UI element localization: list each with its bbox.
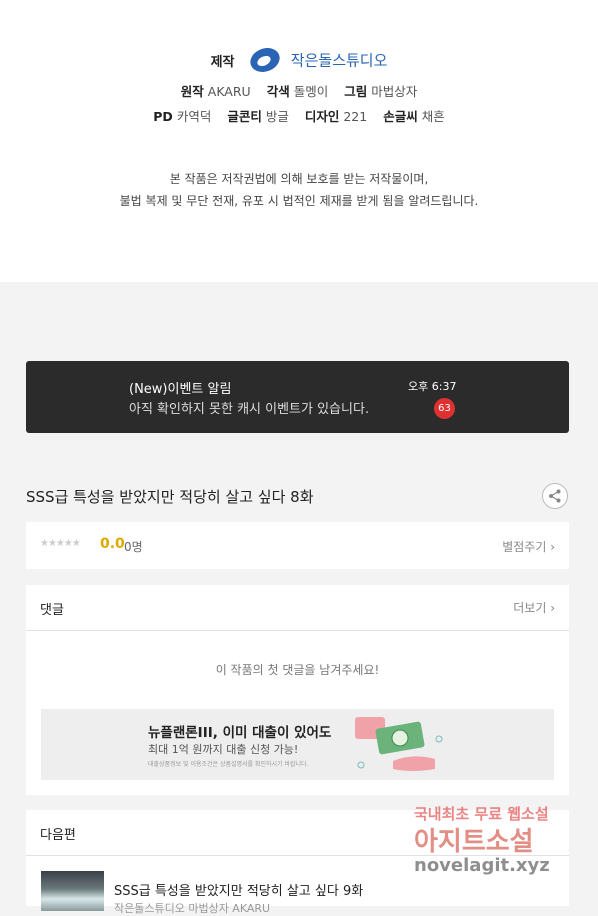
design-value: 221 — [343, 109, 368, 124]
lettering-value: 방글 — [265, 109, 289, 124]
share-icon — [549, 489, 561, 503]
credits-row-2: PD 카역덕 글콘티 방글 디자인 221 손글씨 채흔 — [0, 106, 598, 125]
banner-text: 아직 확인하지 못한 캐시 이벤트가 있습니다. — [129, 402, 370, 417]
watermark-line-2: 아지트소설 — [414, 827, 534, 857]
notice-line-2: 불법 복제 및 무단 전재, 유포 시 법적인 제재를 받게 됨을 알려드립니다… — [119, 194, 479, 208]
ad-title: 뉴플랜론III, 이미 대출이 있어도 — [148, 725, 332, 741]
divider — [26, 630, 569, 631]
credits-section: 제작 작은돌스튜디오 원작 AKARU 각색 돌멩이 그림 마법상자 PD 카역덕 글콘… — [0, 0, 598, 282]
next-episode-title[interactable]: SSS급 특성을 받았지만 적당히 살고 싶다 9화 — [114, 880, 363, 899]
rating-card: ★★★★★ 0.0 0명 별점주기 › — [26, 522, 569, 569]
studio-logo-icon — [250, 48, 280, 72]
comments-heading: 댓글 — [40, 603, 64, 618]
art-label: 그림 — [344, 84, 368, 99]
comments-empty-message: 이 작품의 첫 댓글을 남겨주세요! — [215, 663, 380, 677]
rating-count: 0명 — [124, 540, 143, 554]
star-rating-icon: ★★★★★ — [40, 538, 81, 549]
handwriting-value: 채흔 — [421, 109, 445, 124]
original-value: AKARU — [207, 84, 251, 99]
handwriting-label: 손글씨 — [383, 109, 418, 124]
next-episode-subtitle: 작은돌스튜디오 마법상자 AKARU — [114, 902, 271, 915]
money-hand-icon — [355, 717, 443, 771]
ad-subtitle: 최대 1억 원까지 대출 신청 가능! — [148, 743, 299, 756]
copyright-notice: 본 작품은 저작권법에 의해 보호를 받는 저작물이며, 불법 복제 및 무단 … — [0, 168, 598, 212]
comments-more-link[interactable]: 더보기 › — [513, 599, 555, 616]
notification-count-badge: 63 — [434, 398, 455, 419]
share-button[interactable] — [542, 483, 568, 509]
comments-card: 댓글 더보기 › 이 작품의 첫 댓글을 남겨주세요! 뉴플랜론III, 이미 … — [26, 585, 569, 795]
production-label: 제작 — [210, 54, 235, 70]
banner-title: (New)이벤트 알림 — [129, 382, 232, 397]
next-episode-thumbnail[interactable] — [41, 871, 104, 911]
banner-time: 오후 6:37 — [408, 380, 457, 393]
loan-advertisement[interactable]: 뉴플랜론III, 이미 대출이 있어도 최대 1억 원까지 대출 신청 가능! … — [41, 709, 554, 780]
lettering-label: 글콘티 — [227, 109, 262, 124]
watermark-line-3: novelagit.xyz — [414, 855, 550, 876]
studio-name: 작은돌스튜디오 — [290, 51, 388, 70]
pd-value: 카역덕 — [176, 109, 212, 124]
design-label: 디자인 — [304, 109, 340, 124]
adaptation-label: 각색 — [266, 84, 290, 99]
rating-score: 0.0 — [100, 536, 125, 552]
adaptation-value: 돌멩이 — [293, 84, 329, 99]
ad-fine-print: 대출상품정보 및 이용조건은 상품설명서를 확인하시기 바랍니다. — [148, 761, 309, 768]
original-label: 원작 — [180, 84, 204, 99]
art-value: 마법상자 — [371, 84, 418, 99]
site-watermark: 국내최초 무료 웹소설 아지트소설 novelagit.xyz — [414, 803, 584, 889]
credits-row-1: 원작 AKARU 각색 돌멩이 그림 마법상자 — [0, 81, 598, 100]
event-notification-banner[interactable]: (New)이벤트 알림 아직 확인하지 못한 캐시 이벤트가 있습니다. 오후 … — [26, 361, 569, 433]
rate-button[interactable]: 별점주기 › — [502, 538, 555, 555]
next-episode-heading: 다음편 — [40, 828, 76, 843]
notice-line-1: 본 작품은 저작권법에 의해 보호를 받는 저작물이며, — [169, 172, 429, 186]
episode-title: SSS급 특성을 받았지만 적당히 살고 싶다 8화 — [26, 488, 314, 506]
production-row: 제작 작은돌스튜디오 — [0, 47, 598, 73]
pd-label: PD — [153, 109, 173, 124]
